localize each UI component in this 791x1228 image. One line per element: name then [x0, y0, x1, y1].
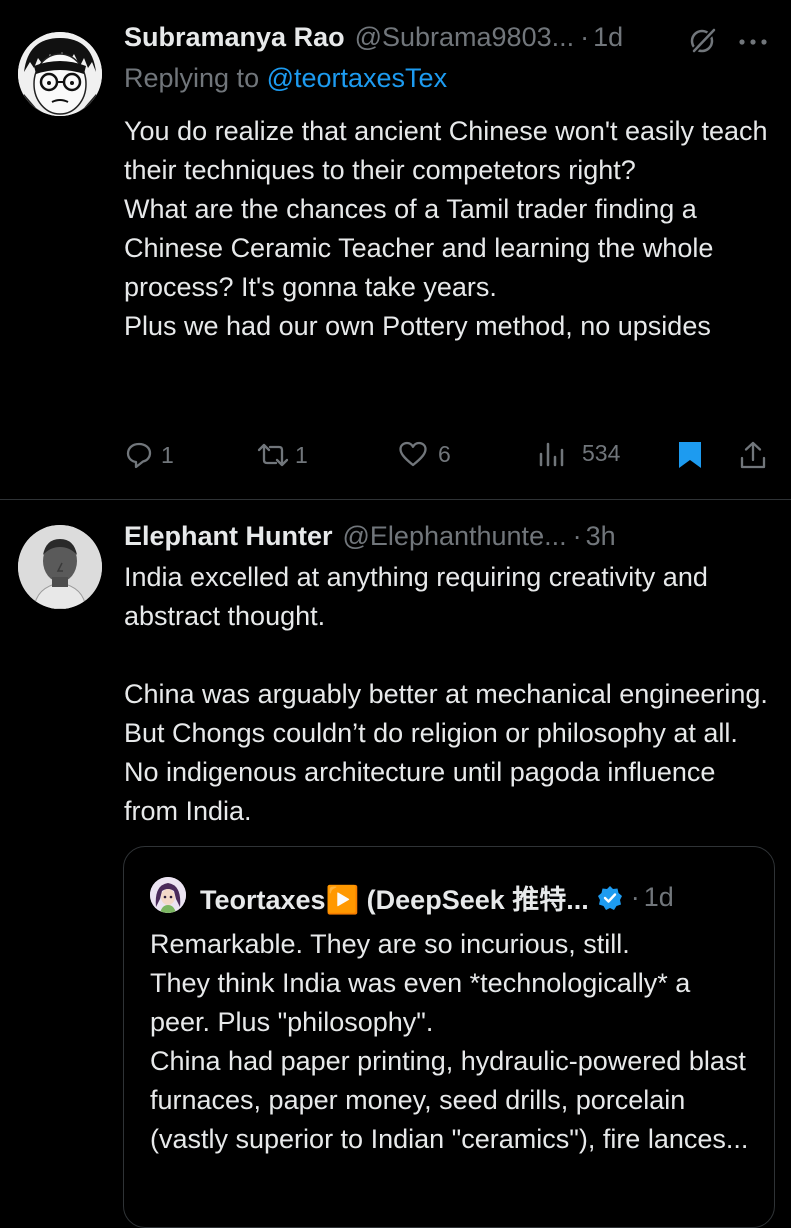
tweet-paragraph: What are the chances of a Tamil trader f… — [124, 194, 714, 302]
tweet-text: India excelled at anything requiring cre… — [124, 558, 774, 831]
author-name[interactable]: Elephant Hunter — [124, 521, 333, 552]
tweet-paragraph-spacer — [124, 636, 774, 675]
quoted-header: Teortaxes▶️ (DeepSeek 推特... · 1d — [200, 878, 674, 917]
manga-portrait-avatar-icon — [18, 32, 102, 116]
more-options-icon[interactable] — [738, 34, 768, 52]
separator-dot: · — [580, 22, 590, 52]
replying-to: Replying to @teortaxesTex — [124, 63, 447, 94]
quoted-paragraph: Remarkable. They are so incurious, still… — [150, 929, 630, 959]
tweet-actions: 1 1 6 534 — [124, 440, 774, 476]
bookmark-button[interactable] — [677, 440, 703, 470]
author-handle[interactable]: @Subrama9803... — [355, 22, 575, 53]
reply-icon — [126, 442, 152, 469]
reply-button[interactable]: 1 — [124, 440, 174, 470]
timestamp[interactable]: 3h — [586, 521, 616, 552]
heart-icon — [399, 441, 427, 467]
quoted-tweet[interactable]: Teortaxes▶️ (DeepSeek 推特... · 1d Remarka… — [123, 846, 775, 1228]
avatar[interactable] — [18, 32, 102, 116]
repost-icon — [257, 443, 289, 467]
replying-to-label: Replying to — [124, 63, 267, 93]
portrait-photo-avatar-icon — [18, 525, 102, 609]
tweet-paragraph: India excelled at anything requiring cre… — [124, 562, 708, 631]
anime-character-avatar-icon — [150, 877, 186, 913]
grok-icon[interactable] — [689, 26, 718, 59]
tweet-paragraph: You do realize that ancient Chinese won'… — [124, 116, 768, 185]
tweet-header: Subramanya Rao @Subrama9803... · 1d — [124, 22, 623, 53]
tweet-text: You do realize that ancient Chinese won'… — [124, 112, 774, 346]
timestamp[interactable]: 1d — [593, 22, 623, 53]
quoted-timestamp[interactable]: 1d — [644, 882, 674, 913]
share-button[interactable] — [738, 440, 768, 470]
reply-count: 1 — [161, 441, 174, 468]
tweet-paragraph: China was arguably better at mechanical … — [124, 679, 768, 826]
views-count: 534 — [582, 440, 621, 466]
repost-button[interactable]: 1 — [256, 440, 308, 470]
bookmark-filled-icon — [679, 442, 701, 468]
tweet-paragraph: Plus we had our own Pottery method, no u… — [124, 311, 711, 341]
like-button[interactable]: 6 — [398, 440, 451, 468]
views-button[interactable]: 534 — [538, 440, 620, 467]
separator-dot: · — [630, 882, 640, 912]
avatar[interactable] — [18, 525, 102, 609]
quoted-avatar[interactable] — [150, 877, 186, 913]
repost-count: 1 — [295, 441, 308, 468]
like-count: 6 — [438, 440, 451, 467]
verified-badge-icon — [597, 885, 623, 911]
author-handle[interactable]: @Elephanthunte... — [343, 521, 567, 552]
replying-to-handle-link[interactable]: @teortaxesTex — [267, 63, 447, 93]
tweet-header: Elephant Hunter @Elephanthunte... · 3h — [124, 521, 616, 552]
tweet-1[interactable]: Subramanya Rao @Subrama9803... · 1d Repl… — [0, 0, 791, 499]
author-name[interactable]: Subramanya Rao — [124, 22, 345, 53]
quoted-author-name[interactable]: Teortaxes▶️ (DeepSeek 推特... — [200, 878, 589, 917]
views-bar-chart-icon — [539, 442, 564, 466]
quoted-paragraph: China had paper printing, hydraulic-powe… — [150, 1046, 749, 1154]
quoted-paragraph: They think India was even *technological… — [150, 968, 691, 1037]
share-icon — [740, 441, 766, 469]
quoted-text: Remarkable. They are so incurious, still… — [150, 925, 750, 1159]
separator-dot: · — [572, 521, 582, 551]
